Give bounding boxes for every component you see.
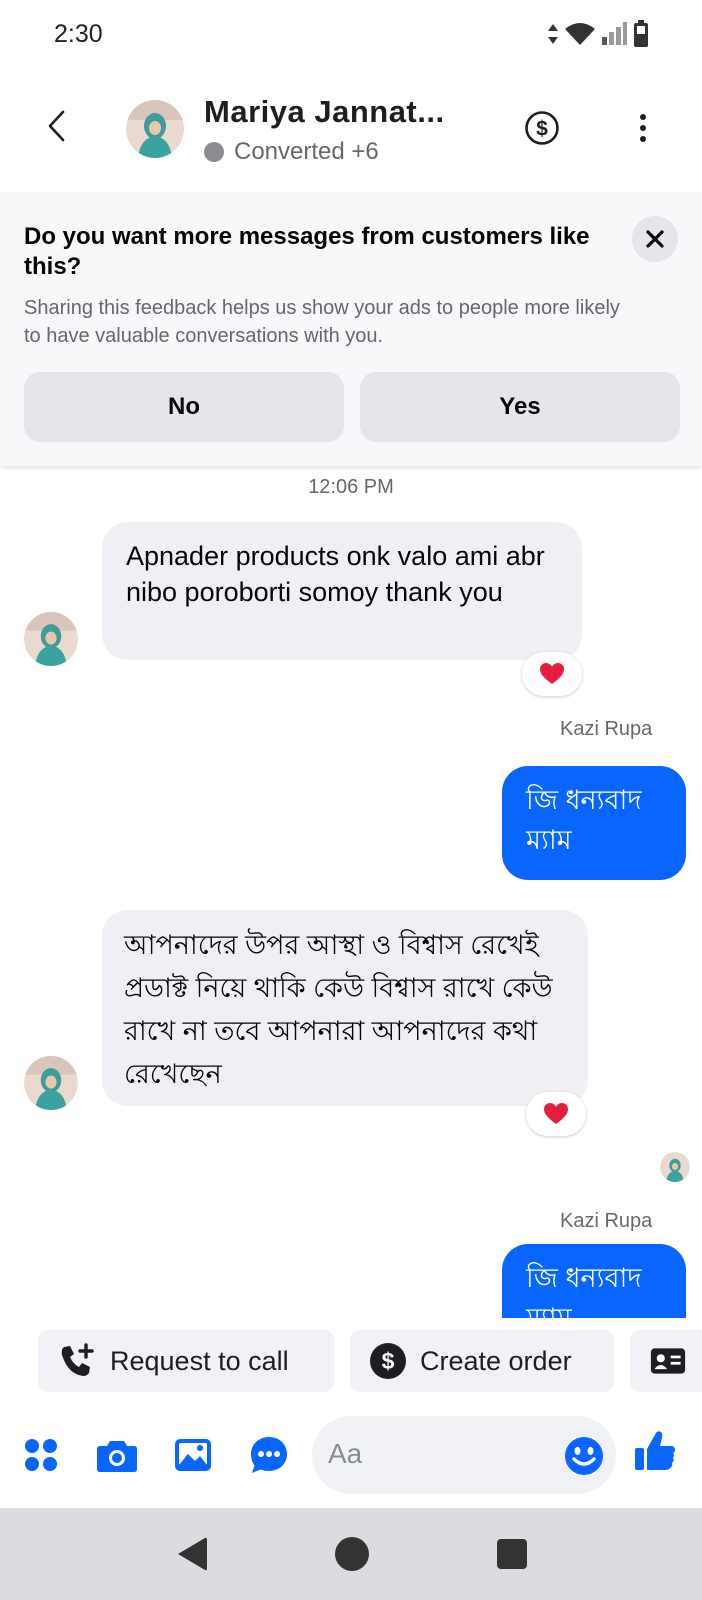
message-thread[interactable]: 12:06 PM Apnader products onk valo ami a… <box>0 466 702 1318</box>
emoji-button[interactable] <box>564 1436 604 1476</box>
sender-name: Kazi Rupa <box>560 718 653 740</box>
camera-button[interactable] <box>96 1434 138 1476</box>
camera-icon <box>97 1441 137 1472</box>
feedback-card: Do you want more messages from customers… <box>0 192 702 466</box>
contact-avatar[interactable] <box>126 100 184 158</box>
back-button[interactable] <box>36 106 76 146</box>
avatar-image <box>660 1152 690 1182</box>
message-bubble-outgoing[interactable]: জি ধন্যবাদ ম্যাম <box>502 1244 686 1318</box>
feedback-title: Do you want more messages from customers… <box>24 223 590 280</box>
gallery-button[interactable] <box>172 1434 214 1476</box>
message-bubble-outgoing[interactable]: জি ধন্যবাদ ম্যাম <box>502 766 686 880</box>
create-order-label: Create order <box>420 1345 572 1376</box>
message-reaction[interactable] <box>526 1092 586 1136</box>
signal-icon <box>602 22 627 45</box>
message-bubble-incoming[interactable]: আপনাদের উপর আস্থা ও বিশ্বাস রেখেই প্রডাক… <box>102 910 588 1106</box>
svg-text:$: $ <box>536 118 548 141</box>
more-dot-icon <box>640 125 646 131</box>
conversation-header: Mariya Jannat... Converted +6 $ <box>0 72 702 192</box>
avatar-image <box>126 100 184 158</box>
close-icon <box>646 230 664 248</box>
payment-button[interactable]: $ <box>524 110 560 146</box>
circle-home-icon <box>335 1537 369 1571</box>
contact-card-icon <box>650 1348 686 1374</box>
feedback-close-button[interactable] <box>632 216 678 262</box>
request-to-call-button[interactable]: Request to call <box>38 1330 334 1392</box>
contact-status: Converted +6 <box>204 138 379 166</box>
dollar-circle-icon: $ <box>525 111 559 145</box>
wifi-icon <box>565 23 595 45</box>
grid-dots-icon <box>25 1439 57 1471</box>
saved-replies-button[interactable] <box>248 1434 290 1476</box>
message-input[interactable] <box>328 1434 548 1474</box>
status-bar: 2:30 <box>0 0 702 72</box>
feedback-description: Sharing this feedback helps us show your… <box>24 297 620 347</box>
square-recents-icon <box>497 1539 527 1569</box>
like-button[interactable] <box>632 1428 678 1474</box>
dollar-circle-icon: $ <box>370 1343 406 1379</box>
status-time: 2:30 <box>54 20 103 48</box>
nav-recents-button[interactable] <box>492 1534 532 1574</box>
system-navigation-bar <box>0 1508 702 1600</box>
status-icons <box>546 20 650 48</box>
phone-plus-icon <box>61 1343 94 1376</box>
sender-avatar[interactable] <box>24 612 78 666</box>
image-icon <box>175 1439 211 1471</box>
sender-avatar[interactable] <box>24 1056 78 1110</box>
message-input-wrapper <box>312 1416 616 1494</box>
message-timestamp: 12:06 PM <box>308 476 394 498</box>
feedback-yes-button[interactable]: Yes <box>360 372 680 442</box>
avatar-image <box>24 612 78 666</box>
feedback-no-button[interactable]: No <box>24 372 344 442</box>
contact-name[interactable]: Mariya Jannat... <box>204 94 445 130</box>
nav-home-button[interactable] <box>332 1534 372 1574</box>
contact-card-button[interactable] <box>630 1330 702 1392</box>
chevron-left-icon <box>48 110 65 142</box>
heart-icon <box>544 1103 568 1124</box>
status-dot <box>204 142 224 162</box>
seen-indicator-avatar <box>660 1152 690 1182</box>
more-options-button[interactable] <box>628 108 658 148</box>
triangle-back-icon <box>178 1537 207 1571</box>
emoji-icon <box>565 1437 603 1475</box>
contact-status-label: Converted +6 <box>234 138 379 165</box>
thumbs-up-icon <box>635 1431 675 1470</box>
data-arrows-icon <box>548 24 558 44</box>
message-composer <box>0 1410 702 1510</box>
nav-back-button[interactable] <box>172 1534 212 1574</box>
more-dot-icon <box>640 114 646 120</box>
create-order-button[interactable]: $ Create order <box>350 1330 614 1392</box>
chat-bubble-dots-icon <box>251 1437 287 1473</box>
more-dot-icon <box>640 136 646 142</box>
message-reaction[interactable] <box>522 652 582 696</box>
sender-name: Kazi Rupa <box>560 1210 653 1232</box>
message-bubble-incoming[interactable]: Apnader products onk valo ami abr nibo p… <box>102 522 582 660</box>
more-actions-button[interactable] <box>20 1434 62 1476</box>
request-to-call-label: Request to call <box>110 1345 289 1376</box>
svg-text:$: $ <box>382 1348 395 1374</box>
avatar-image <box>24 1056 78 1110</box>
quick-actions-bar: Request to call $ Create order <box>0 1320 702 1392</box>
battery-icon <box>634 20 648 47</box>
heart-icon <box>540 663 564 684</box>
